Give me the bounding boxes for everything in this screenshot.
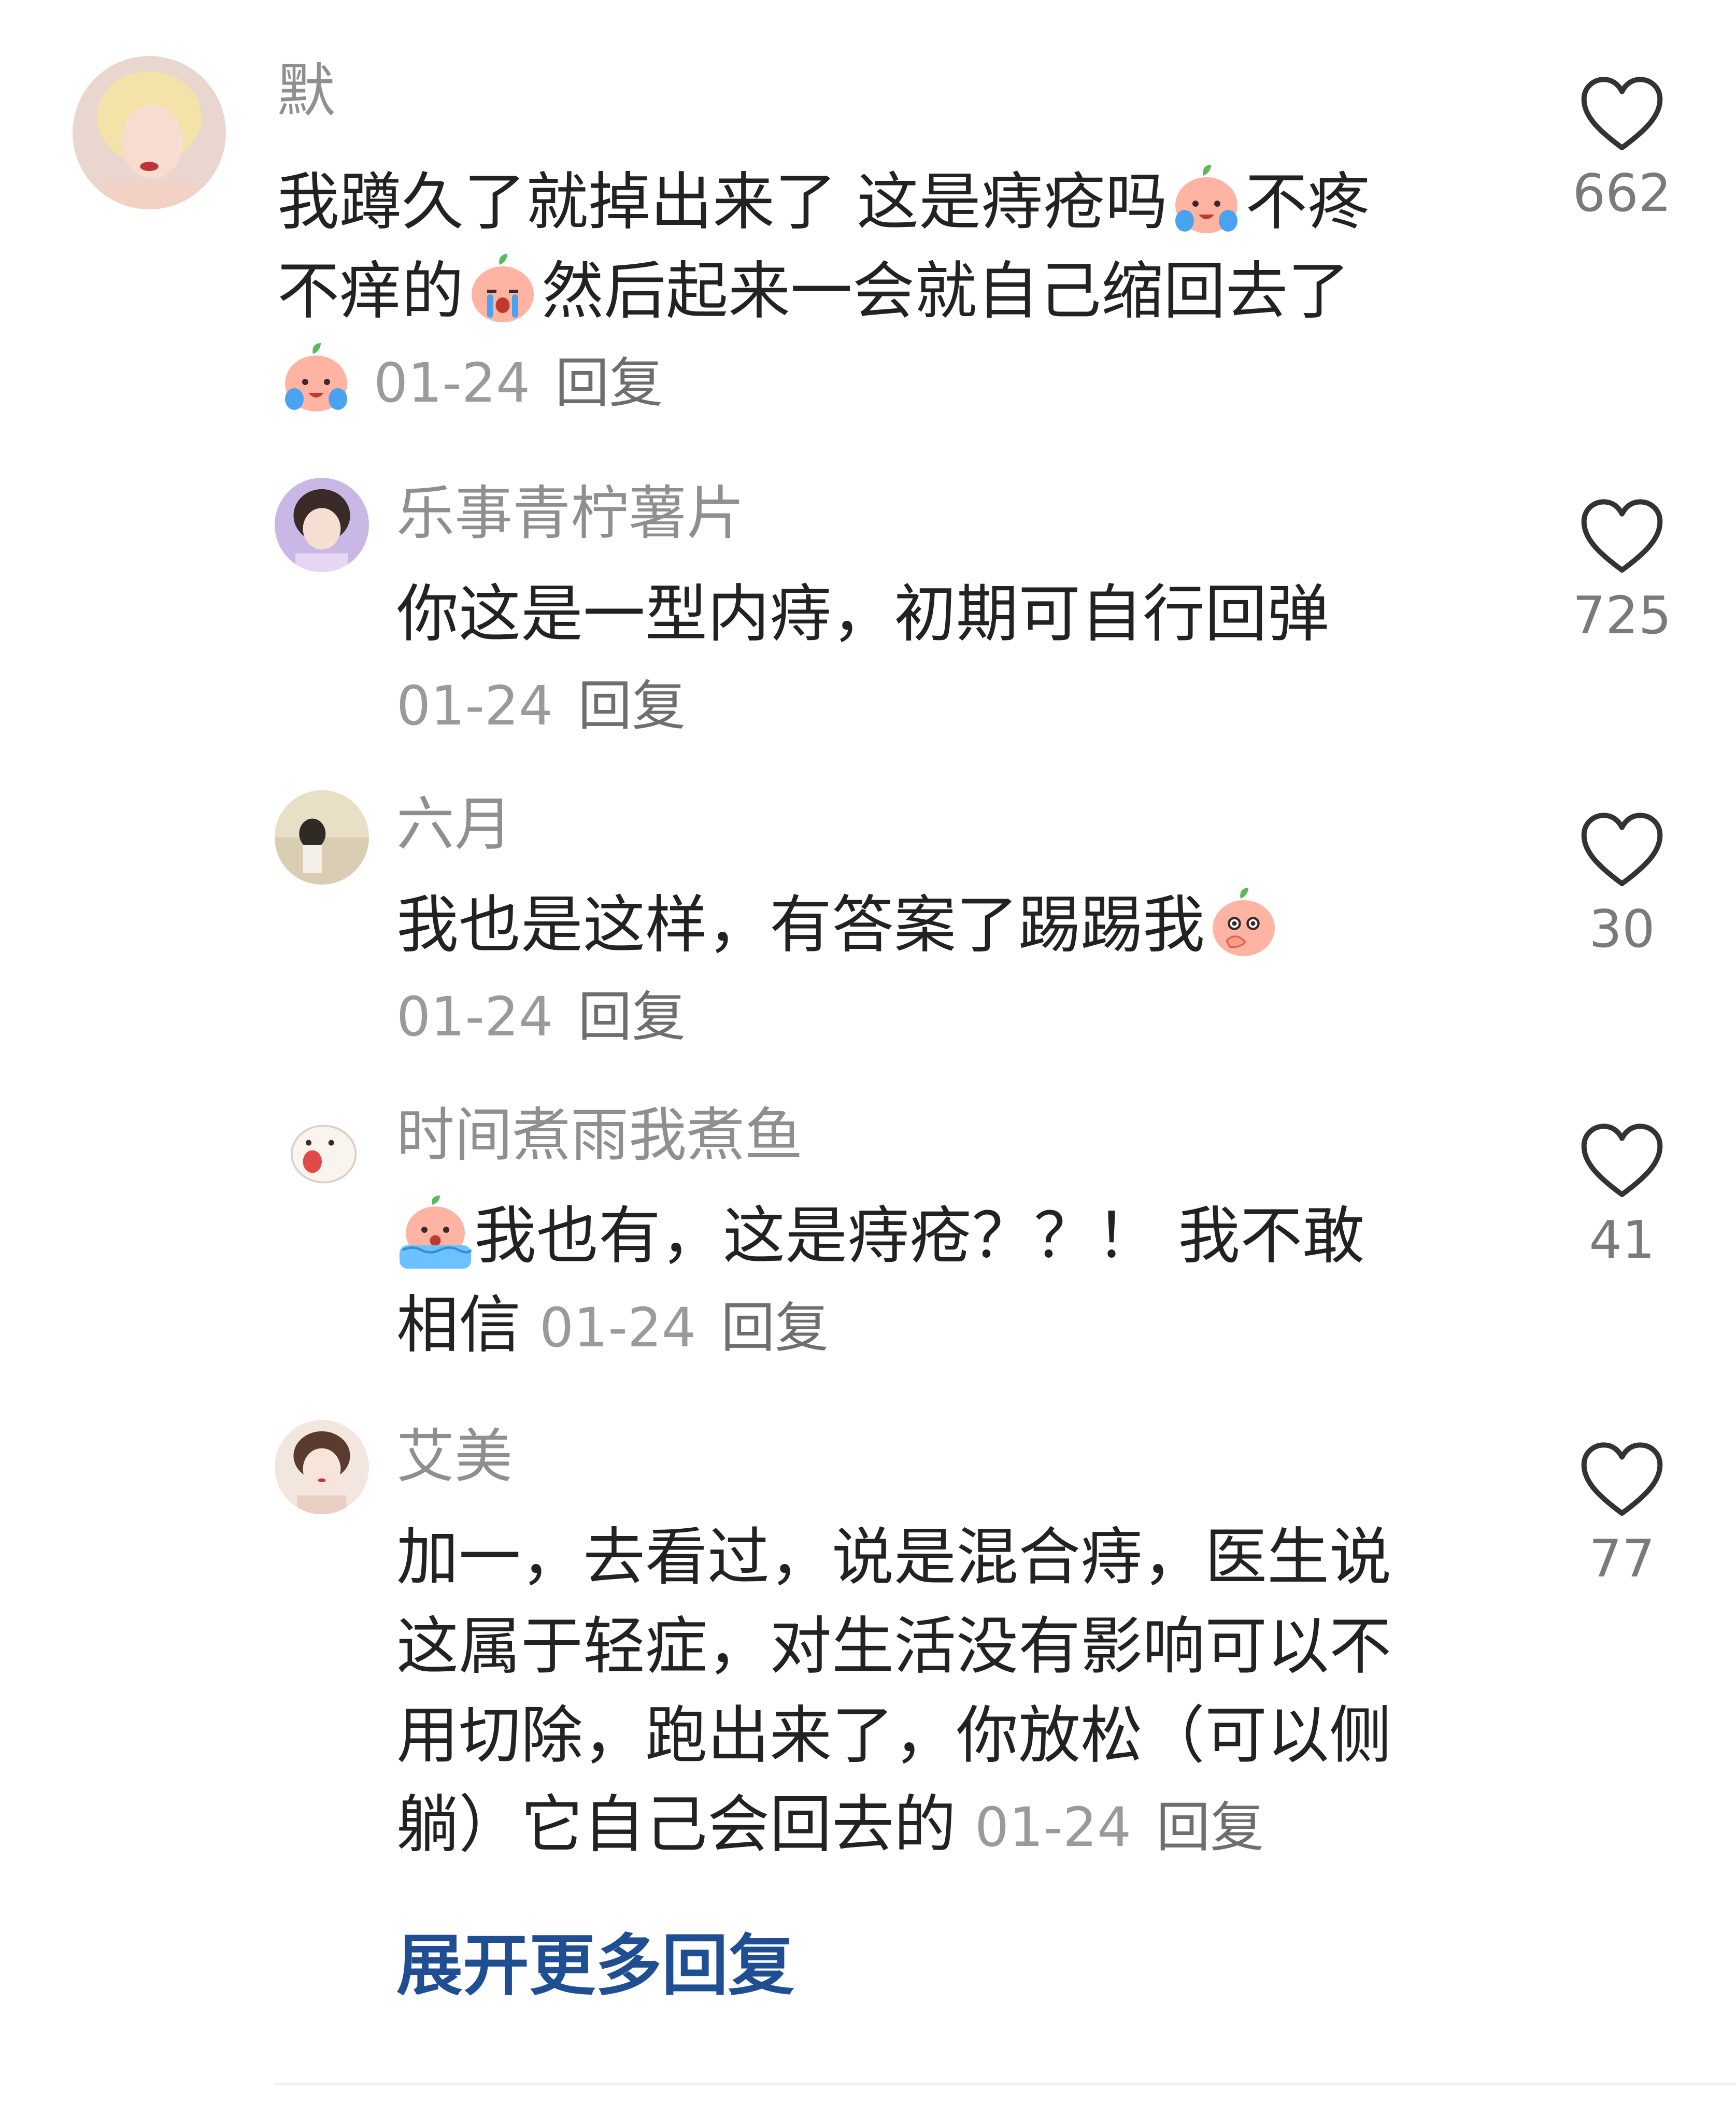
avatar[interactable] xyxy=(275,1101,369,1196)
username[interactable]: 乐事青柠薯片 xyxy=(396,485,745,543)
comment-text-segment: 不疼 xyxy=(1245,166,1370,238)
comment-text-segment: 相信 xyxy=(396,1289,521,1361)
comment-text-segment: 我蹲久了就掉出来了 这是痔疮吗 xyxy=(277,166,1168,238)
comment-text: 我也是这样，有答案了踢踢我 01-24 回复 xyxy=(396,881,1283,1061)
comment-text-line: 这属于轻症，对生活没有影响可以不 xyxy=(396,1611,1391,1683)
reply-button[interactable]: 回复 xyxy=(555,351,663,415)
comment-text-segment: 我也是这样，有答案了踢踢我 xyxy=(396,889,1205,961)
comment-date: 01-24 xyxy=(374,351,531,415)
like-count: 30 xyxy=(1589,899,1655,959)
like-button[interactable]: 77 xyxy=(1555,1441,1689,1585)
comment-text: 你这是一型内痔，初期可自行回弹 01-24 回复 xyxy=(396,570,1329,750)
flooding-tears-emoji xyxy=(396,1194,474,1272)
sobbing-face-emoji xyxy=(464,249,542,327)
like-count: 725 xyxy=(1572,585,1672,646)
username[interactable]: 艾美 xyxy=(396,1428,513,1486)
username[interactable]: 六月 xyxy=(396,795,513,854)
comment-date: 01-24 xyxy=(396,985,553,1048)
like-button[interactable]: 30 xyxy=(1555,811,1689,955)
avatar[interactable] xyxy=(275,1420,369,1514)
comment-text-line: 你这是一型内痔，初期可自行回弹 xyxy=(396,578,1329,650)
comment-text: 我蹲久了就掉出来了 这是痔疮吗 不疼 不痒的 然后起来一会就自己缩回去了 01-24… xyxy=(277,158,1370,428)
username[interactable]: 时间煮雨我煮鱼 xyxy=(396,1106,803,1164)
comment-text-segment: 不痒的 xyxy=(277,255,464,328)
comment-text-segment: 躺）它自己会回去的 xyxy=(396,1789,956,1861)
like-count: 41 xyxy=(1589,1210,1655,1270)
peeking-face-emoji xyxy=(1205,883,1283,961)
like-button[interactable]: 662 xyxy=(1555,75,1689,219)
comment-text: 加一，去看过，说是混合痔，医生说 这属于轻症，对生活没有影响可以不 用切除，跑出… xyxy=(396,1513,1391,1872)
avatar[interactable] xyxy=(275,478,369,572)
expand-more-replies-link[interactable]: 展开更多回复 xyxy=(396,1933,794,1999)
reply-button[interactable]: 回复 xyxy=(1156,1796,1264,1859)
heart-icon xyxy=(1578,497,1666,575)
like-button[interactable]: 725 xyxy=(1555,497,1689,642)
crying-face-emoji xyxy=(1168,160,1245,238)
like-count: 77 xyxy=(1589,1528,1655,1589)
username[interactable]: 默 xyxy=(277,62,335,120)
reply-button[interactable]: 回复 xyxy=(578,674,686,737)
divider xyxy=(275,2083,1736,2085)
heart-icon xyxy=(1578,1441,1666,1518)
comment-text: 我也有，这是痔疮？？！ 我不敢 相信 01-24 回复 xyxy=(396,1192,1364,1372)
heart-icon xyxy=(1578,811,1666,889)
comment-text-line: 用切除，跑出来了，你放松（可以侧 xyxy=(396,1700,1391,1772)
like-count: 662 xyxy=(1572,163,1672,223)
heart-icon xyxy=(1578,1122,1666,1200)
heart-icon xyxy=(1578,75,1666,153)
comment-text-segment: 然后起来一会就自己缩回去了 xyxy=(542,255,1350,328)
comment-date: 01-24 xyxy=(539,1296,696,1359)
like-button[interactable]: 41 xyxy=(1555,1122,1689,1266)
comment-text-segment: 我也有，这是痔疮？？！ 我不敢 xyxy=(474,1200,1365,1272)
reply-button[interactable]: 回复 xyxy=(578,985,686,1048)
comment-date: 01-24 xyxy=(975,1796,1132,1859)
comment-text-line: 加一，去看过，说是混合痔，医生说 xyxy=(396,1522,1391,1594)
avatar[interactable] xyxy=(73,56,226,209)
comment-date: 01-24 xyxy=(396,674,553,737)
crying-face-emoji xyxy=(277,338,355,416)
avatar[interactable] xyxy=(275,790,369,885)
reply-button[interactable]: 回复 xyxy=(721,1296,829,1359)
